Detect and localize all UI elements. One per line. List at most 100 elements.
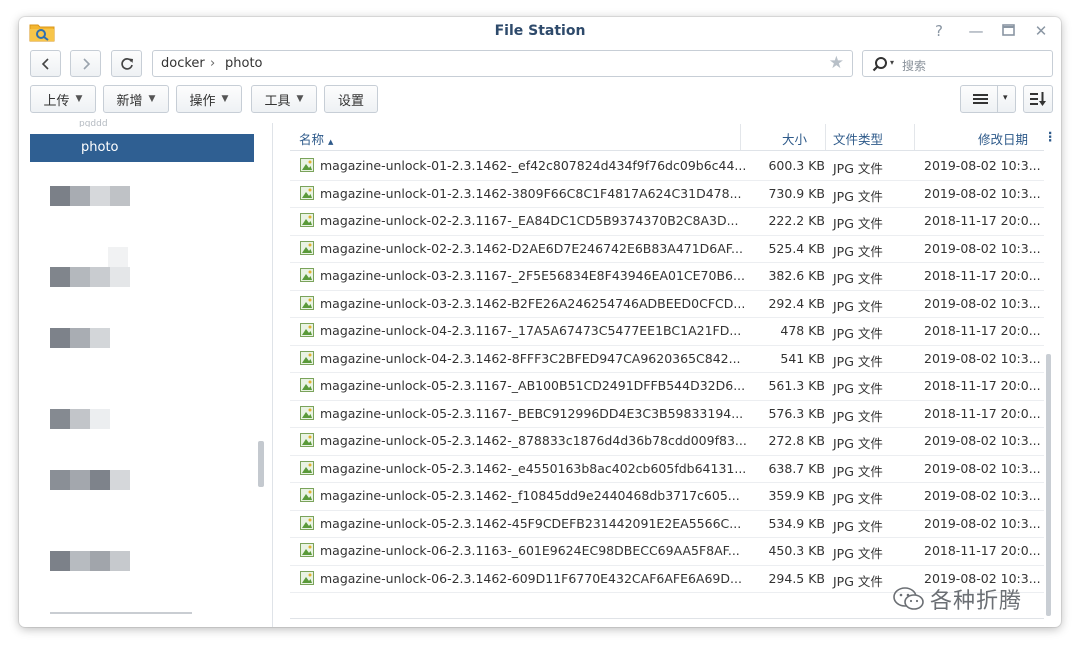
image-file-icon [300, 460, 314, 475]
sort-button[interactable] [1023, 85, 1053, 113]
tools-label: 工具 [264, 93, 291, 109]
table-row[interactable]: magazine-unlock-01-2.3.1462-_ef42c807824… [290, 152, 1044, 181]
table-row[interactable]: magazine-unlock-05-2.3.1167-_AB100B51CD2… [290, 372, 1044, 401]
minimize-icon[interactable]: — [967, 22, 985, 40]
table-row[interactable]: magazine-unlock-05-2.3.1462-45F9CDEFB231… [290, 510, 1044, 538]
table-row[interactable]: magazine-unlock-01-2.3.1462-3809F66C8C1F… [290, 180, 1044, 208]
table-row[interactable]: magazine-unlock-05-2.3.1167-_BEBC912996D… [290, 400, 1044, 428]
upload-button[interactable]: 上传 ▼ [30, 85, 96, 113]
table-row[interactable]: magazine-unlock-05-2.3.1462-_e4550163b8a… [290, 455, 1044, 483]
file-modified: 2019-08-02 10:3... [924, 295, 1041, 311]
title-bar: File Station ? — ✕ [19, 17, 1061, 47]
status-divider [290, 618, 1044, 619]
sidebar-item-photo[interactable]: photo [30, 134, 254, 162]
sidebar-item-partial[interactable]: pgddd [79, 119, 108, 127]
search-dropdown-icon[interactable]: ▾ [890, 58, 894, 67]
sidebar: pgddd photo [19, 119, 272, 627]
table-row[interactable]: magazine-unlock-03-2.3.1462-B2FE26A24625… [290, 290, 1044, 318]
sidebar-scrollbar[interactable] [258, 441, 264, 487]
file-size: 525.4 KB [768, 240, 825, 256]
back-button[interactable] [30, 50, 61, 77]
file-size: 730.9 KB [768, 185, 825, 201]
column-options-icon[interactable]: ⋮ [1044, 129, 1057, 144]
tools-button[interactable]: 工具 ▼ [251, 85, 317, 113]
file-modified: 2018-11-17 20:0... [924, 378, 1041, 393]
file-name: magazine-unlock-05-2.3.1462-_878833c1876… [320, 433, 747, 448]
wechat-icon [893, 587, 924, 610]
pane-divider[interactable] [272, 123, 273, 627]
maximize-icon[interactable] [999, 22, 1017, 40]
view-mode-button[interactable]: ▾ [960, 85, 1016, 113]
favorite-star-icon[interactable]: ★ [829, 53, 844, 73]
breadcrumb-docker[interactable]: docker [161, 56, 205, 71]
refresh-button[interactable] [111, 50, 142, 77]
file-type: JPG 文件 [833, 298, 883, 314]
action-button[interactable]: 操作 ▼ [176, 85, 242, 113]
table-row[interactable]: magazine-unlock-02-2.3.1462-D2AE6D7E2467… [290, 235, 1044, 263]
image-file-icon [300, 323, 314, 337]
help-icon[interactable]: ? [930, 22, 948, 40]
table-row[interactable]: magazine-unlock-06-2.3.1163-_601E9624EC9… [290, 537, 1044, 566]
image-file-icon [300, 350, 314, 365]
blurred-sidebar-item[interactable] [50, 409, 110, 429]
file-name: magazine-unlock-04-2.3.1462-8FFF3C2BFED9… [320, 350, 741, 366]
upload-label: 上传 [43, 93, 70, 109]
table-row[interactable]: magazine-unlock-05-2.3.1462-_878833c1876… [290, 427, 1044, 456]
image-file-icon [300, 405, 314, 420]
breadcrumb-photo[interactable]: photo [225, 56, 263, 71]
table-row[interactable]: magazine-unlock-02-2.3.1167-_EA84DC1CD5B… [290, 207, 1044, 236]
new-button[interactable]: 新增 ▼ [103, 85, 169, 113]
file-name: magazine-unlock-02-2.3.1167-_EA84DC1CD5B… [320, 213, 739, 228]
image-file-icon [300, 158, 314, 172]
column-size-header[interactable]: 大小 [782, 129, 807, 148]
blurred-sidebar-item[interactable] [50, 186, 130, 206]
sort-icon [1030, 92, 1046, 106]
file-size: 359.9 KB [768, 488, 825, 503]
forward-button[interactable] [70, 50, 101, 77]
table-row[interactable]: magazine-unlock-05-2.3.1462-_f10845dd9e2… [290, 482, 1044, 511]
file-name: magazine-unlock-03-2.3.1462-B2FE26A24625… [320, 295, 746, 311]
column-type-header[interactable]: 文件类型 [833, 129, 883, 148]
caret-down-icon: ▼ [221, 94, 229, 104]
table-row[interactable]: magazine-unlock-03-2.3.1167-_2F5E56834E8… [290, 262, 1044, 291]
blurred-sidebar-item[interactable] [50, 328, 110, 348]
file-size: 638.7 KB [768, 460, 825, 476]
image-file-icon [300, 515, 314, 530]
watermark-text: 各种折腾 [930, 589, 1023, 614]
file-modified: 2019-08-02 10:3... [924, 350, 1041, 366]
column-name-header[interactable]: 名称 ▲ [299, 129, 333, 148]
image-file-icon [300, 185, 314, 200]
image-file-icon [300, 570, 314, 585]
settings-button[interactable]: 设置 [324, 85, 378, 113]
file-modified: 2018-11-17 20:0... [924, 405, 1041, 421]
blurred-sidebar-item[interactable] [50, 470, 130, 490]
refresh-icon [120, 57, 133, 70]
file-name: magazine-unlock-05-2.3.1462-_e4550163b8a… [320, 460, 747, 476]
file-type: JPG 文件 [833, 546, 883, 561]
watermark: 各种折腾 [892, 583, 1022, 615]
file-name: magazine-unlock-06-2.3.1163-_601E9624EC9… [320, 543, 740, 558]
file-list-scrollbar[interactable] [1046, 354, 1051, 616]
search-placeholder[interactable]: 搜索 [902, 57, 926, 74]
list-header: 名称 ▲ 大小 文件类型 修改日期 ⋮ [290, 124, 1057, 151]
file-type: JPG 文件 [833, 161, 883, 176]
breadcrumb-separator-icon: › [210, 56, 216, 71]
search-field[interactable]: ▾ 搜索 [862, 50, 1053, 77]
file-size: 534.9 KB [768, 515, 825, 531]
close-icon[interactable]: ✕ [1032, 22, 1050, 40]
table-row[interactable]: magazine-unlock-04-2.3.1167-_17A5A67473C… [290, 317, 1044, 346]
blurred-sidebar-item[interactable] [50, 247, 130, 287]
sidebar-hscroll[interactable] [50, 612, 192, 614]
table-row[interactable]: magazine-unlock-04-2.3.1462-8FFF3C2BFED9… [290, 345, 1044, 373]
image-file-icon [300, 213, 314, 227]
path-bar[interactable]: docker › photo ★ [152, 50, 853, 77]
blurred-sidebar-item[interactable] [50, 551, 130, 571]
file-modified: 2019-08-02 10:3... [924, 158, 1041, 173]
view-dropdown-icon: ▾ [1003, 93, 1008, 103]
file-name: magazine-unlock-03-2.3.1167-_2F5E56834E8… [320, 268, 745, 283]
file-type: JPG 文件 [833, 353, 883, 369]
chevron-right-icon [82, 57, 90, 70]
column-modified-header[interactable]: 修改日期 [978, 129, 1028, 148]
file-name: magazine-unlock-05-2.3.1462-_f10845dd9e2… [320, 488, 740, 503]
image-file-icon [300, 433, 314, 447]
